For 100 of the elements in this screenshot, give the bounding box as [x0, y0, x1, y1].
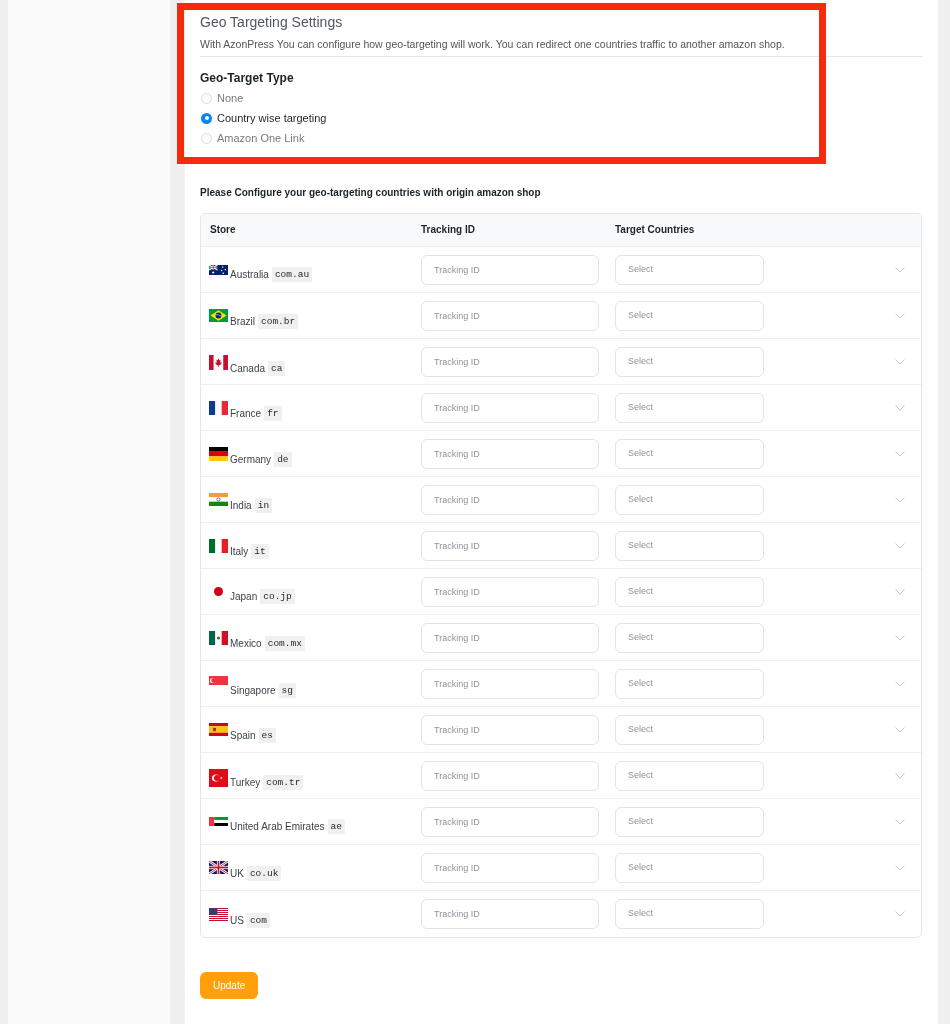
- france-flag-icon: [209, 401, 228, 415]
- tracking-id-input[interactable]: Tracking ID: [421, 899, 599, 929]
- chevron-down-icon[interactable]: [895, 864, 905, 871]
- chevron-down-icon[interactable]: [895, 358, 905, 365]
- store-domain: com: [246, 912, 270, 928]
- tracking-id-input[interactable]: Tracking ID: [421, 300, 599, 331]
- store-domain: in: [254, 498, 273, 513]
- chevron-down-icon[interactable]: [895, 726, 905, 733]
- tracking-id-input[interactable]: Tracking ID: [421, 254, 599, 285]
- tracking-id-input[interactable]: Tracking ID: [421, 438, 599, 469]
- germany-flag-icon: [209, 447, 228, 461]
- australia-flag-icon: [209, 264, 228, 275]
- radio-label[interactable]: None: [217, 91, 244, 105]
- chevron-down-icon[interactable]: [895, 772, 905, 779]
- tracking-id-input[interactable]: Tracking ID: [421, 668, 599, 699]
- tracking-id-input[interactable]: Tracking ID: [421, 484, 599, 515]
- store-name: Singapore: [230, 684, 276, 698]
- store-name: Brazil: [230, 315, 255, 329]
- update-button[interactable]: Update: [200, 972, 259, 999]
- country-select[interactable]: Select: [615, 668, 764, 699]
- country-select[interactable]: Select: [615, 346, 764, 377]
- radio-button[interactable]: [201, 92, 212, 104]
- table-intro: Please Configure your geo-targeting countries with origin amazon shop: [200, 186, 542, 200]
- store-domain: de: [274, 452, 292, 467]
- store-name: Japan: [230, 589, 258, 604]
- tracking-id-input[interactable]: Tracking ID: [421, 392, 599, 423]
- store-name: Turkey: [230, 775, 261, 790]
- chevron-down-icon[interactable]: [895, 911, 905, 917]
- chevron-down-icon[interactable]: [895, 588, 905, 595]
- chevron-down-icon[interactable]: [895, 404, 905, 411]
- country-select[interactable]: Select: [615, 714, 764, 745]
- us-flag-icon: [209, 907, 228, 921]
- store-name: France: [230, 407, 262, 421]
- store-domain: fr: [264, 406, 282, 421]
- tracking-id-input[interactable]: Tracking ID: [421, 530, 599, 561]
- column-header: Store: [209, 223, 237, 237]
- tracking-id-input[interactable]: Tracking ID: [421, 714, 599, 745]
- chevron-down-icon[interactable]: [895, 634, 905, 641]
- store-domain: it: [251, 544, 269, 559]
- tracking-id-input[interactable]: Tracking ID: [421, 622, 599, 653]
- country-select[interactable]: Select: [615, 392, 764, 423]
- store-domain: sg: [278, 683, 296, 698]
- chevron-down-icon[interactable]: [895, 542, 905, 549]
- store-name: United Arab Emirates: [230, 819, 325, 834]
- tracking-id-input[interactable]: Tracking ID: [421, 760, 599, 791]
- tracking-id-input[interactable]: Tracking ID: [421, 806, 599, 837]
- radio-button[interactable]: [201, 112, 212, 124]
- radio-button[interactable]: [201, 132, 212, 144]
- country-select[interactable]: Select: [615, 899, 764, 929]
- store-domain: ae: [327, 818, 345, 834]
- store-domain: co.jp: [260, 588, 295, 604]
- country-select[interactable]: Select: [615, 438, 764, 469]
- chevron-down-icon[interactable]: [895, 818, 905, 825]
- country-select[interactable]: Select: [615, 576, 764, 607]
- store-name: Spain: [230, 729, 256, 743]
- store-domain: com.br: [258, 314, 299, 329]
- chevron-down-icon[interactable]: [895, 680, 905, 687]
- country-select[interactable]: Select: [615, 254, 764, 285]
- store-name: US: [230, 913, 244, 928]
- singapore-flag-icon: [209, 676, 228, 685]
- country-select[interactable]: Select: [615, 484, 764, 515]
- store-domain: co.uk: [246, 866, 282, 881]
- country-select[interactable]: Select: [615, 760, 764, 791]
- country-select[interactable]: Select: [615, 530, 764, 561]
- store-name: UK: [230, 867, 244, 881]
- mexico-flag-icon: [209, 631, 228, 645]
- radio-label[interactable]: Country wise targeting: [217, 111, 327, 125]
- chevron-down-icon[interactable]: [895, 496, 905, 503]
- italy-flag-icon: [209, 539, 228, 553]
- store-domain: com.au: [271, 266, 313, 282]
- store-domain: ca: [268, 360, 286, 376]
- chevron-down-icon[interactable]: [895, 312, 905, 319]
- store-name: Australia: [230, 267, 269, 282]
- tracking-id-input[interactable]: Tracking ID: [421, 852, 599, 883]
- chevron-down-icon[interactable]: [895, 450, 905, 457]
- spain-flag-icon: [209, 723, 228, 736]
- japan-flag-icon: [214, 586, 223, 596]
- chevron-down-icon[interactable]: [895, 266, 905, 273]
- brazil-flag-icon: [209, 309, 228, 322]
- tracking-id-input[interactable]: Tracking ID: [421, 576, 599, 607]
- store-domain: es: [258, 728, 276, 743]
- radio-label[interactable]: Amazon One Link: [217, 131, 305, 145]
- uk-flag-icon: [209, 861, 228, 874]
- uae-flag-icon: [209, 816, 228, 826]
- store-name: India: [230, 499, 252, 513]
- store-name: Germany: [230, 453, 272, 467]
- store-name: Mexico: [230, 637, 262, 651]
- column-header: Target Countries: [614, 223, 696, 237]
- country-select[interactable]: Select: [615, 852, 764, 883]
- store-name: Canada: [230, 361, 266, 376]
- section-title: Geo Targeting Settings: [200, 13, 344, 32]
- tracking-id-input[interactable]: Tracking ID: [421, 346, 599, 377]
- country-select[interactable]: Select: [615, 806, 764, 837]
- store-domain: com.tr: [263, 774, 304, 790]
- country-select[interactable]: Select: [615, 300, 764, 331]
- column-header: Tracking ID: [420, 223, 476, 237]
- store-domain: com.mx: [264, 636, 305, 651]
- turkey-flag-icon: [209, 768, 228, 787]
- canada-flag-icon: [209, 354, 228, 370]
- country-select[interactable]: Select: [615, 622, 764, 653]
